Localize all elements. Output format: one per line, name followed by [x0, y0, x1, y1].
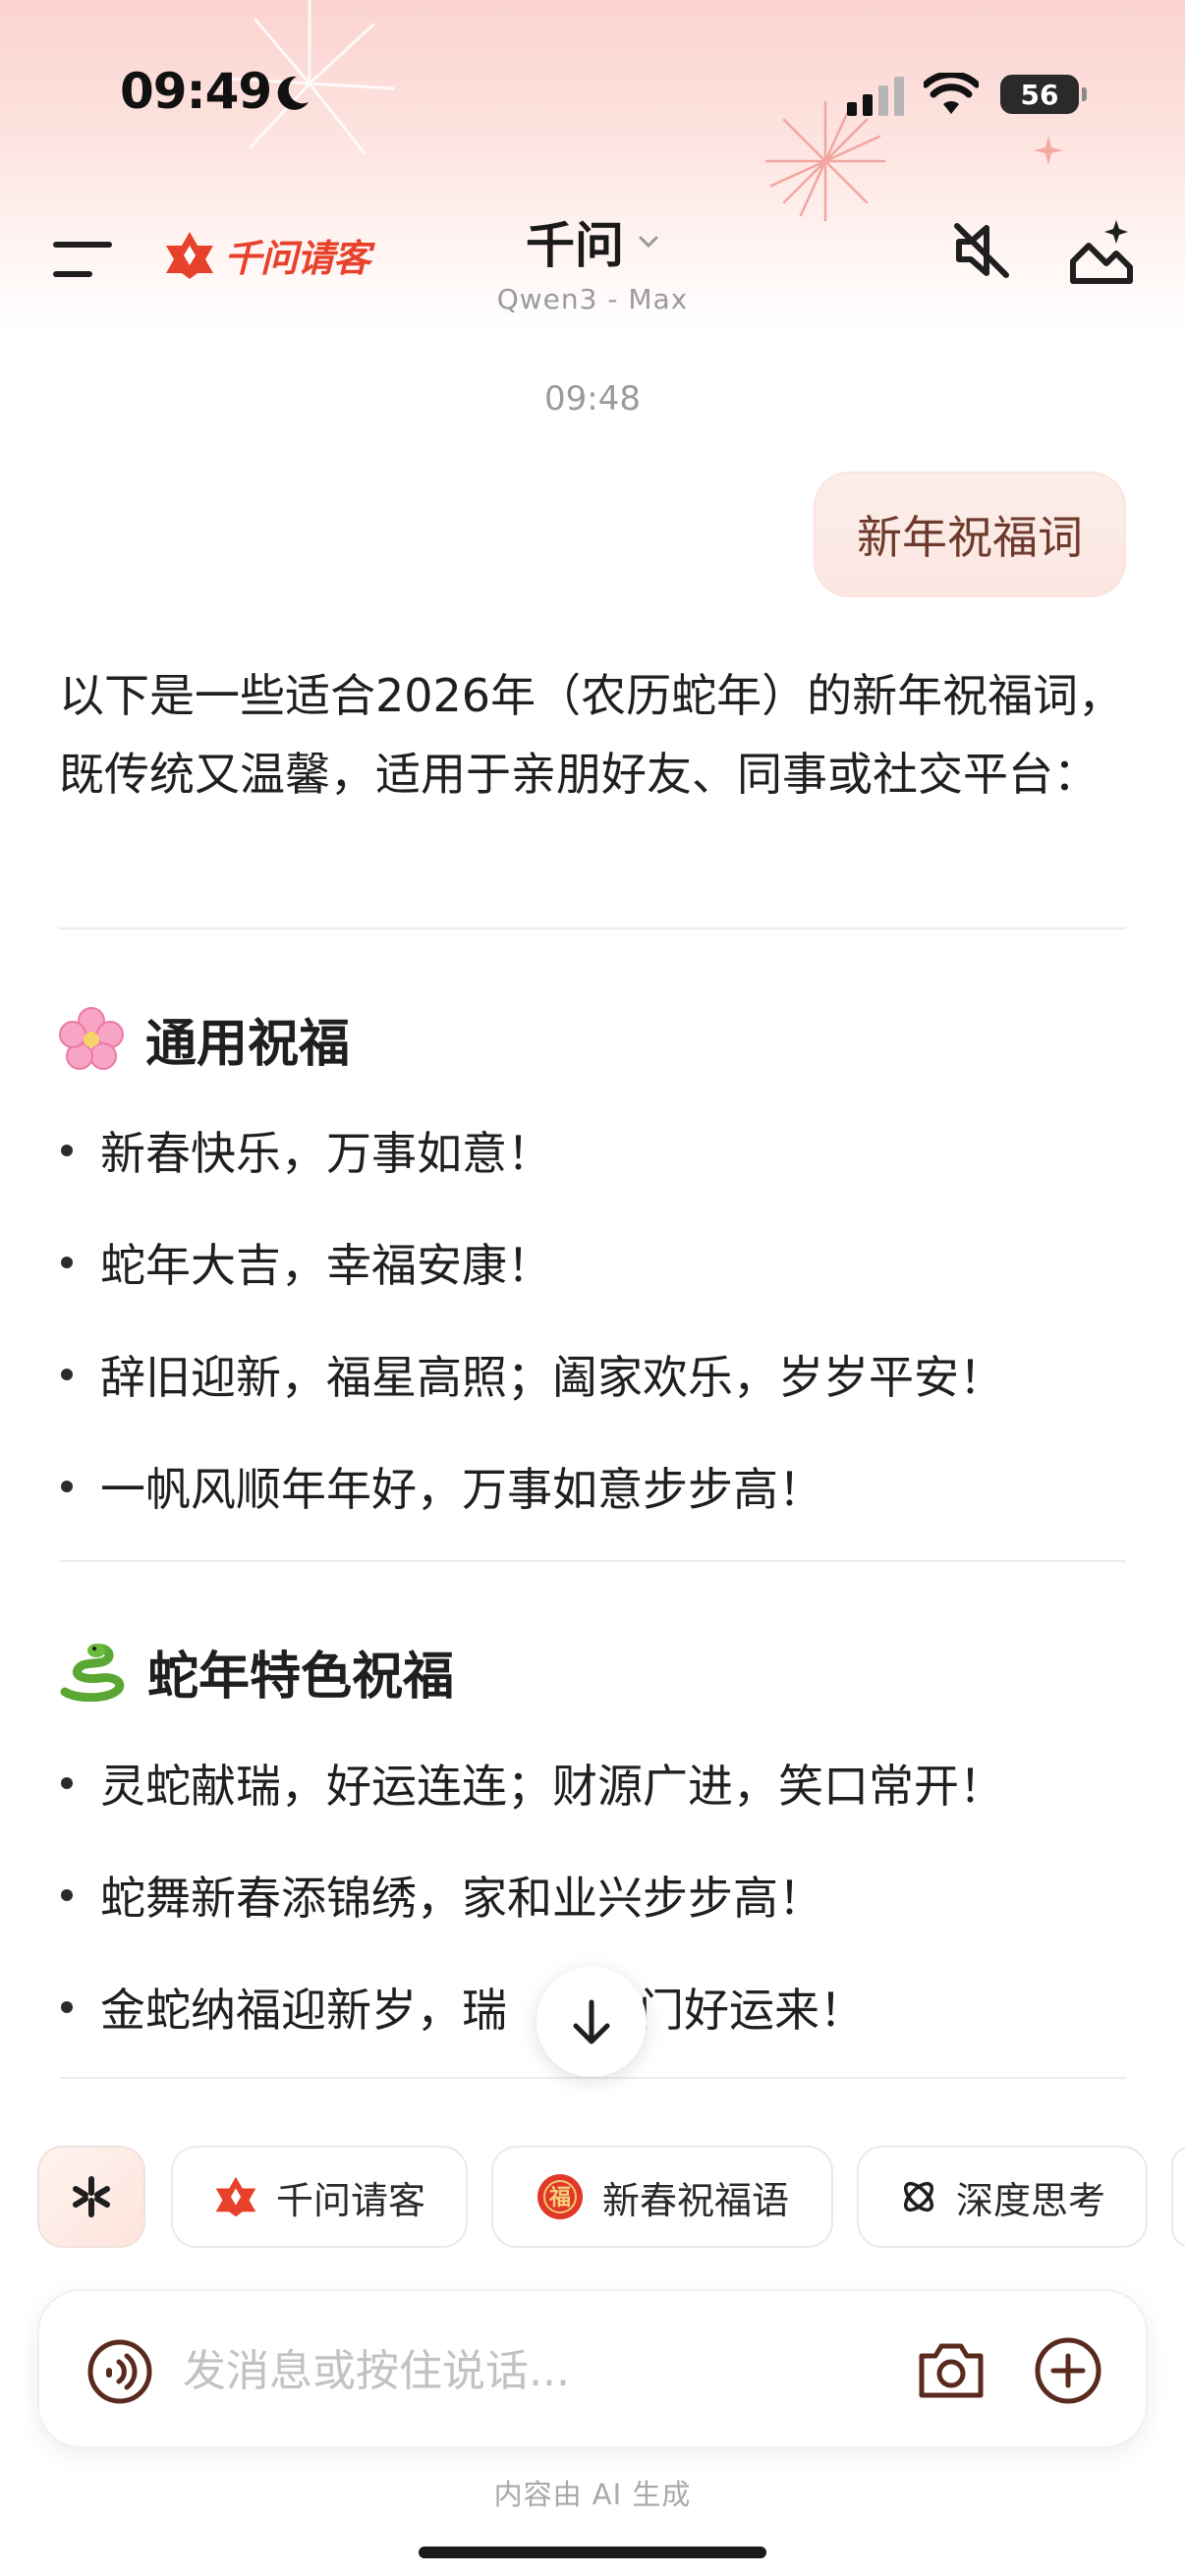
user-message-bubble[interactable]: 新年祝福词: [814, 472, 1126, 597]
section-title-text: 通用祝福: [145, 1015, 351, 1074]
chip-qwen-treat[interactable]: 千问请客: [171, 2146, 468, 2248]
camera-icon[interactable]: [916, 2336, 987, 2403]
deep-think-icon: [903, 2181, 934, 2212]
chip-label: 新春祝福语: [601, 2178, 789, 2222]
bullet-dot: [61, 1777, 73, 1789]
chat-screen: 09:49 56 千问请客 千问 Qwen3 - Max 09:48 新年祝福词…: [0, 0, 1185, 2576]
message-timestamp: 09:48: [544, 379, 641, 419]
list-item: 蛇年大吉，幸福安康！: [59, 1230, 552, 1295]
bullet-dot: [61, 2001, 73, 2013]
snake-icon: [60, 1643, 125, 1702]
fu-icon: 福: [536, 2174, 583, 2219]
section-divider: [59, 927, 1126, 929]
asterisk-icon: [73, 2176, 110, 2217]
voice-input-icon[interactable]: [86, 2338, 153, 2405]
scroll-to-bottom-button[interactable]: [536, 1967, 647, 2077]
list-item-continuation: 门好运来！: [639, 1975, 865, 2040]
home-indicator[interactable]: [419, 2547, 766, 2558]
list-item-text: 灵蛇献瑞，好运连连；财源广进，笑口常开！: [100, 1760, 1004, 1813]
message-input[interactable]: [183, 2326, 900, 2415]
chip-overflow[interactable]: [1171, 2146, 1185, 2248]
model-name: Qwen3 - Max: [496, 283, 689, 315]
list-item: 新春快乐，万事如意！: [59, 1118, 552, 1183]
list-item-text: 蛇舞新春添锦绣，家和业兴步步高！: [100, 1872, 823, 1925]
message-composer: [37, 2289, 1148, 2448]
list-item: 金蛇纳福迎新岁，瑞: [59, 1975, 507, 2040]
sound-off-icon[interactable]: [949, 218, 1014, 283]
model-title-row[interactable]: 千问: [526, 206, 659, 277]
bullet-dot: [61, 1145, 73, 1156]
battery-indicator: 56: [1000, 75, 1087, 114]
suggestion-chips: 千问请客 福 新春祝福语 深度思考: [0, 2142, 1185, 2252]
list-item: 辞旧迎新，福星高照；阖家欢乐，岁岁平安！: [59, 1342, 1004, 1407]
chip-new-year-greetings[interactable]: 福 新春祝福语: [491, 2146, 833, 2248]
quick-action-button[interactable]: [37, 2146, 145, 2248]
page-title: 千问: [526, 217, 624, 274]
list-item-text: 蛇年大吉，幸福安康！: [100, 1239, 552, 1292]
section-divider: [59, 2077, 1126, 2079]
status-bar: 09:49 56: [0, 0, 1185, 187]
assistant-answer-intro: 以下是一些适合2026年（农历蛇年）的新年祝福词，既传统又温馨，适用于亲朋好友、…: [59, 669, 1124, 801]
ai-disclaimer: 内容由 AI 生成: [493, 2478, 692, 2511]
list-item-text: 金蛇纳福迎新岁，瑞: [100, 1984, 507, 2037]
wifi-icon: [924, 73, 979, 114]
arrow-down-icon: [573, 1999, 610, 2044]
signal-icon: [847, 77, 904, 116]
section-title-text: 蛇年特色祝福: [147, 1648, 455, 1707]
moon-icon: [277, 76, 309, 110]
section-heading: 蛇年特色祝福: [59, 1635, 454, 1708]
chevron-down-icon: [639, 236, 658, 249]
list-item-text: 一帆风顺年年好，万事如意步步高！: [100, 1463, 823, 1516]
cherry-blossom-icon: [59, 1006, 124, 1070]
status-time: 09:49: [120, 63, 272, 120]
chip-label: 千问请客: [275, 2178, 425, 2222]
list-item: 蛇舞新春添锦绣，家和业兴步步高！: [59, 1863, 823, 1928]
list-item-text: 辞旧迎新，福星高照；阖家欢乐，岁岁平安！: [100, 1351, 1004, 1404]
add-attachment-icon[interactable]: [1034, 2336, 1102, 2405]
qwen-logo-icon: [215, 2176, 256, 2217]
section-divider: [59, 1560, 1126, 1562]
list-item-text: 门好运来！: [639, 1984, 865, 2037]
chip-deep-thinking[interactable]: 深度思考: [857, 2146, 1148, 2248]
bullet-dot: [61, 1481, 73, 1492]
chip-label: 深度思考: [955, 2178, 1105, 2222]
list-item: 一帆风顺年年好，万事如意步步高！: [59, 1454, 823, 1519]
bullet-dot: [61, 1257, 73, 1268]
list-item: 灵蛇献瑞，好运连连；财源广进，笑口常开！: [59, 1751, 1004, 1816]
bullet-dot: [61, 1369, 73, 1380]
list-item-text: 新春快乐，万事如意！: [100, 1127, 552, 1180]
svg-text:福: 福: [548, 2186, 571, 2211]
new-chat-sparkle-icon[interactable]: [1067, 218, 1136, 285]
section-heading: 通用祝福: [59, 1002, 350, 1076]
bullet-dot: [61, 1889, 73, 1901]
